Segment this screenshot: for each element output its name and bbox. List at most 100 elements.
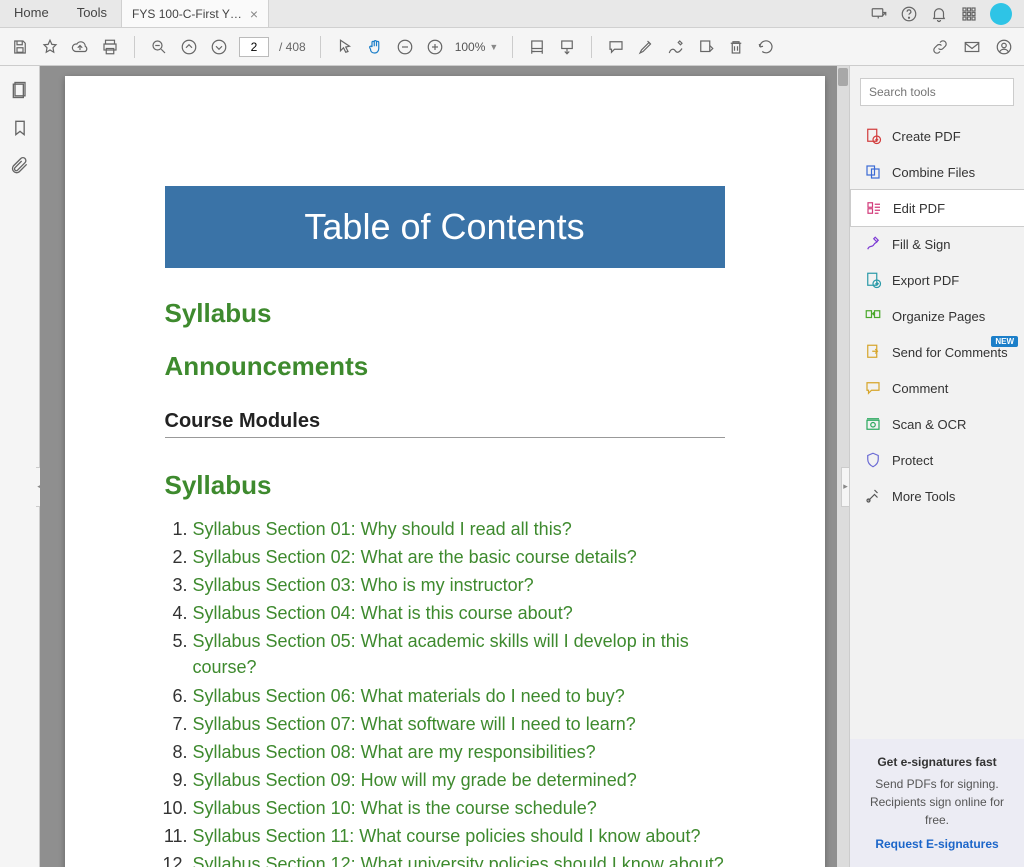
tool-label: Edit PDF xyxy=(893,201,945,216)
esignature-promo: Get e-signatures fast Send PDFs for sign… xyxy=(850,739,1024,867)
fit-width-icon[interactable] xyxy=(527,37,547,57)
esig-line1: Send PDFs for signing. xyxy=(860,775,1014,793)
tool-label: Organize Pages xyxy=(892,309,985,324)
syllabus-item: Syllabus Section 03: Who is my instructo… xyxy=(193,571,725,599)
right-panel-toggle[interactable] xyxy=(841,467,849,507)
bell-icon[interactable] xyxy=(930,5,948,23)
syllabus-link[interactable]: Syllabus Section 10: What is the course … xyxy=(193,798,597,818)
thumbnails-icon[interactable] xyxy=(10,80,30,100)
syllabus-link[interactable]: Syllabus Section 12: What university pol… xyxy=(193,854,724,867)
syllabus-link[interactable]: Syllabus Section 04: What is this course… xyxy=(193,603,573,623)
tool-organize-pages[interactable]: Organize Pages xyxy=(850,298,1024,334)
tool-label: Fill & Sign xyxy=(892,237,951,252)
tool-label: Protect xyxy=(892,453,933,468)
syllabus-link[interactable]: Syllabus Section 02: What are the basic … xyxy=(193,547,637,567)
syllabus-link[interactable]: Syllabus Section 08: What are my respons… xyxy=(193,742,596,762)
close-tab-icon[interactable]: × xyxy=(250,7,258,21)
syllabus-link[interactable]: Syllabus Section 07: What software will … xyxy=(193,714,636,734)
tool-label: Scan & OCR xyxy=(892,417,966,432)
syllabus-item: Syllabus Section 04: What is this course… xyxy=(193,599,725,627)
combine-icon xyxy=(864,163,882,181)
avatar[interactable] xyxy=(990,3,1012,25)
tool-more-tools[interactable]: More Tools xyxy=(850,478,1024,514)
syllabus-item: Syllabus Section 01: Why should I read a… xyxy=(193,515,725,543)
trash-icon[interactable] xyxy=(726,37,746,57)
note-icon[interactable] xyxy=(606,37,626,57)
share-screen-icon[interactable] xyxy=(870,5,888,23)
document-tab-title: FYS 100-C-First Y… xyxy=(132,7,242,21)
menu-tools[interactable]: Tools xyxy=(63,0,121,27)
pointer-icon[interactable] xyxy=(335,37,355,57)
apps-grid-icon[interactable] xyxy=(960,5,978,23)
tool-export-pdf[interactable]: Export PDF xyxy=(850,262,1024,298)
send-comments-icon xyxy=(864,343,882,361)
create-pdf-icon xyxy=(864,127,882,145)
stamp-icon[interactable] xyxy=(696,37,716,57)
document-tab[interactable]: FYS 100-C-First Y… × xyxy=(121,0,269,27)
tool-edit-pdf[interactable]: Edit PDF xyxy=(850,189,1024,227)
heading-syllabus[interactable]: Syllabus xyxy=(165,298,725,329)
syllabus-link[interactable]: Syllabus Section 05: What academic skill… xyxy=(193,631,689,677)
tool-send-for-comments[interactable]: Send for CommentsNEW xyxy=(850,334,1024,370)
syllabus-link[interactable]: Syllabus Section 09: How will my grade b… xyxy=(193,770,637,790)
menubar: Home Tools FYS 100-C-First Y… × xyxy=(0,0,1024,28)
star-icon[interactable] xyxy=(40,37,60,57)
mail-icon[interactable] xyxy=(962,37,982,57)
syllabus-item: Syllabus Section 08: What are my respons… xyxy=(193,738,725,766)
syllabus-link[interactable]: Syllabus Section 11: What course policie… xyxy=(193,826,701,846)
highlight-icon[interactable] xyxy=(636,37,656,57)
heading-course-modules: Course Modules xyxy=(165,410,725,438)
syllabus-item: Syllabus Section 09: How will my grade b… xyxy=(193,766,725,794)
syllabus-link[interactable]: Syllabus Section 01: Why should I read a… xyxy=(193,519,572,539)
tools-panel: Create PDF Combine Files Edit PDF Fill & Si… xyxy=(849,66,1024,867)
tool-fill-sign[interactable]: Fill & Sign xyxy=(850,226,1024,262)
tool-label: Create PDF xyxy=(892,129,961,144)
syllabus-item: Syllabus Section 12: What university pol… xyxy=(193,850,725,867)
save-icon[interactable] xyxy=(10,37,30,57)
draw-icon[interactable] xyxy=(666,37,686,57)
zoom-in-icon[interactable] xyxy=(425,37,445,57)
organize-icon xyxy=(864,307,882,325)
help-icon[interactable] xyxy=(900,5,918,23)
syllabus-item: Syllabus Section 02: What are the basic … xyxy=(193,543,725,571)
page-down-icon[interactable] xyxy=(209,37,229,57)
menu-home[interactable]: Home xyxy=(0,0,63,27)
syllabus-list: Syllabus Section 01: Why should I read a… xyxy=(193,515,725,867)
heading-syllabus-2[interactable]: Syllabus xyxy=(165,470,725,501)
syllabus-link[interactable]: Syllabus Section 03: Who is my instructo… xyxy=(193,575,534,595)
attachment-icon[interactable] xyxy=(10,156,30,176)
tool-scan-ocr[interactable]: Scan & OCR xyxy=(850,406,1024,442)
page-number-input[interactable] xyxy=(239,37,269,57)
tool-protect[interactable]: Protect xyxy=(850,442,1024,478)
account-icon[interactable] xyxy=(994,37,1014,57)
esig-heading: Get e-signatures fast xyxy=(860,753,1014,771)
tool-label: Send for Comments xyxy=(892,345,1008,360)
toc-title: Table of Contents xyxy=(165,186,725,268)
zoom-level-dropdown[interactable]: 100%▼ xyxy=(455,40,499,54)
tool-comment[interactable]: Comment xyxy=(850,370,1024,406)
request-esignatures-link[interactable]: Request E-signatures xyxy=(860,835,1014,853)
heading-announcements[interactable]: Announcements xyxy=(165,351,725,382)
rotate-icon[interactable] xyxy=(756,37,776,57)
toolbar: / 408 100%▼ xyxy=(0,28,1024,66)
page-total-label: / 408 xyxy=(279,40,306,54)
tool-create-pdf[interactable]: Create PDF xyxy=(850,118,1024,154)
tool-label: Export PDF xyxy=(892,273,959,288)
link-icon[interactable] xyxy=(930,37,950,57)
document-viewport[interactable]: Table of Contents Syllabus Announcements… xyxy=(40,66,849,867)
cloud-upload-icon[interactable] xyxy=(70,37,90,57)
hand-tool-icon[interactable] xyxy=(365,37,385,57)
search-tools-input[interactable] xyxy=(860,78,1014,106)
fit-page-icon[interactable] xyxy=(557,37,577,57)
tool-combine-files[interactable]: Combine Files xyxy=(850,154,1024,190)
zoom-out-icon[interactable] xyxy=(395,37,415,57)
page-up-icon[interactable] xyxy=(179,37,199,57)
zoom-out-search-icon[interactable] xyxy=(149,37,169,57)
protect-icon xyxy=(864,451,882,469)
new-badge: NEW xyxy=(991,336,1018,347)
syllabus-item: Syllabus Section 07: What software will … xyxy=(193,710,725,738)
pdf-page: Table of Contents Syllabus Announcements… xyxy=(65,76,825,867)
bookmark-icon[interactable] xyxy=(10,118,30,138)
print-icon[interactable] xyxy=(100,37,120,57)
syllabus-link[interactable]: Syllabus Section 06: What materials do I… xyxy=(193,686,625,706)
